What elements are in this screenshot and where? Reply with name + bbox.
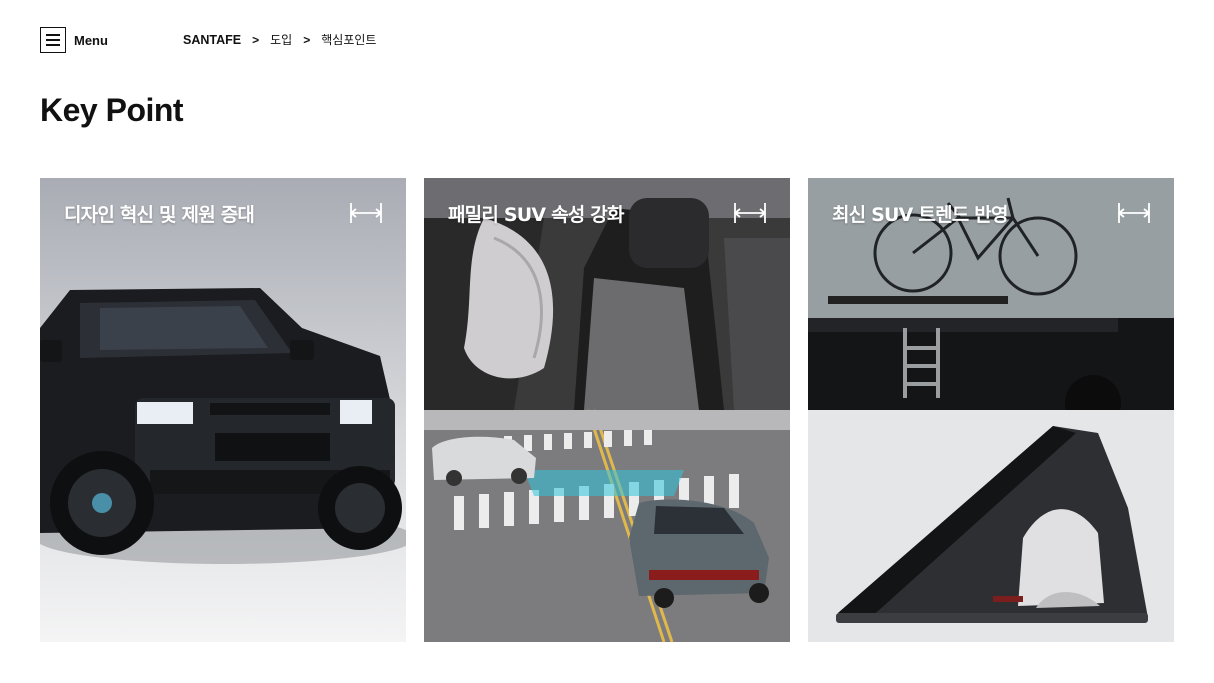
roof-rack-and-tent-image bbox=[808, 178, 1174, 642]
card-title: 최신 SUV 트렌드 반영 bbox=[832, 204, 1008, 226]
card-design[interactable]: 디자인 혁신 및 제원 증대 bbox=[40, 178, 406, 642]
breadcrumb-item-keypoint: 핵심포인트 bbox=[321, 33, 377, 47]
card-title: 디자인 혁신 및 제원 증대 bbox=[64, 204, 255, 226]
expand-icon[interactable] bbox=[350, 202, 382, 224]
expand-icon[interactable] bbox=[1118, 202, 1150, 224]
hamburger-menu-icon bbox=[40, 27, 66, 53]
expand-icon[interactable] bbox=[734, 202, 766, 224]
breadcrumb: SANTAFE > 도입 > 핵심포인트 bbox=[183, 31, 376, 48]
breadcrumb-separator: > bbox=[303, 32, 311, 47]
breadcrumb-item-intro[interactable]: 도입 bbox=[270, 31, 292, 48]
menu-label: Menu bbox=[74, 32, 108, 48]
breadcrumb-item-santafe[interactable]: SANTAFE bbox=[183, 33, 241, 47]
page-title: Key Point bbox=[40, 92, 184, 128]
card-latest-trend[interactable]: 최신 SUV 트렌드 반영 bbox=[808, 178, 1174, 642]
card-family-suv[interactable]: 패밀리 SUV 속성 강화 bbox=[424, 178, 790, 642]
breadcrumb-separator: > bbox=[252, 32, 260, 47]
card-title: 패밀리 SUV 속성 강화 bbox=[448, 204, 624, 226]
airbag-and-crossing-image bbox=[424, 178, 790, 642]
menu-button[interactable]: Menu bbox=[40, 27, 108, 53]
suv-front-image bbox=[40, 178, 406, 642]
